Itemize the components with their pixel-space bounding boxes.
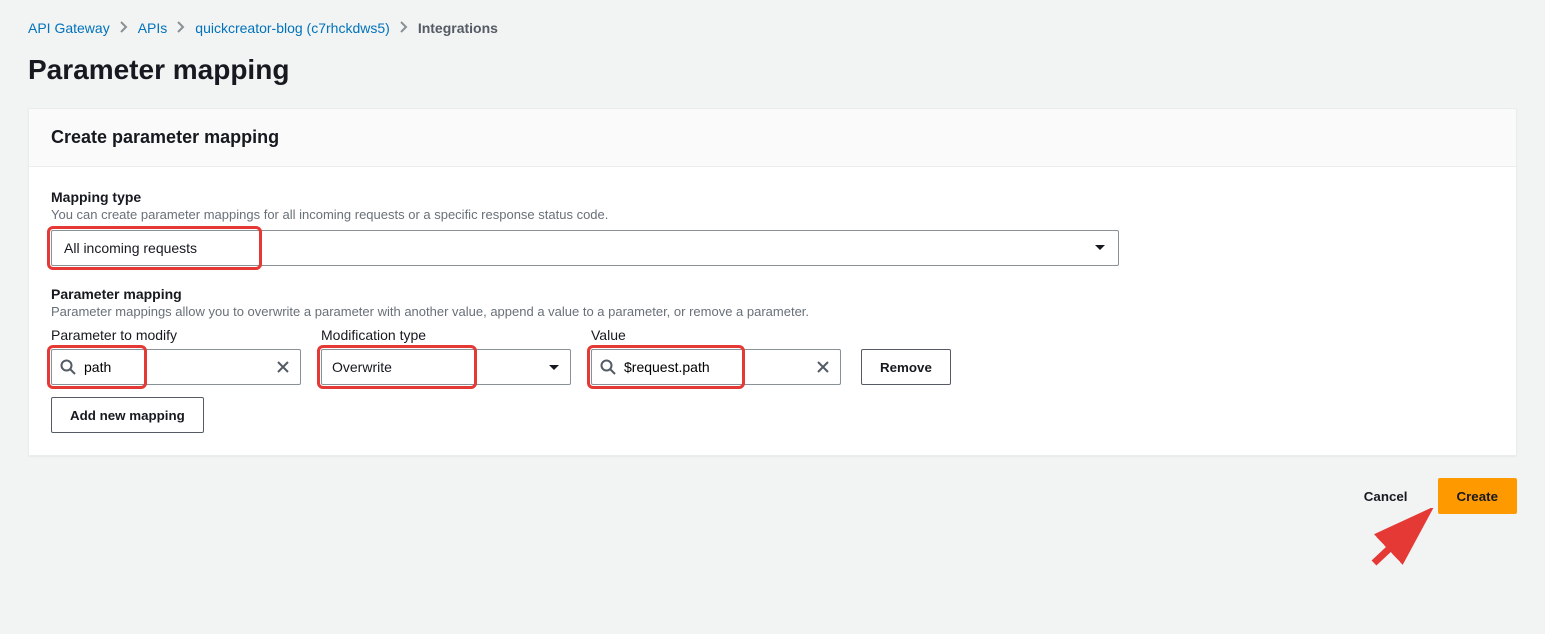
modification-type-value: Overwrite [332, 359, 392, 375]
cancel-button[interactable]: Cancel [1346, 478, 1426, 514]
parameter-mapping-label: Parameter mapping [51, 286, 1494, 302]
caret-down-icon [1094, 244, 1106, 252]
breadcrumb-link-resource[interactable]: quickcreator-blog (c7rhckdws5) [195, 20, 390, 36]
col-label-value: Value [591, 327, 841, 343]
col-label-parameter: Parameter to modify [51, 327, 301, 343]
create-parameter-mapping-panel: Create parameter mapping Mapping type Yo… [28, 108, 1517, 456]
parameter-to-modify-input-wrap[interactable] [51, 349, 301, 385]
breadcrumb-link-apis[interactable]: APIs [138, 20, 168, 36]
value-input-wrap[interactable] [591, 349, 841, 385]
mapping-type-description: You can create parameter mappings for al… [51, 207, 1494, 222]
chevron-right-icon [120, 20, 128, 36]
panel-header: Create parameter mapping [29, 109, 1516, 167]
mapping-type-value: All incoming requests [64, 240, 197, 256]
col-label-modification: Modification type [321, 327, 571, 343]
arrow-annotation-icon [1369, 508, 1439, 571]
modification-type-select[interactable]: Overwrite [321, 349, 571, 385]
value-input[interactable] [622, 358, 808, 376]
mapping-type-select[interactable]: All incoming requests [51, 230, 1119, 266]
parameter-mapping-description: Parameter mappings allow you to overwrit… [51, 304, 1494, 319]
search-icon [60, 359, 76, 375]
clear-value-button[interactable] [814, 358, 832, 376]
chevron-right-icon [400, 20, 408, 36]
mapping-type-field: Mapping type You can create parameter ma… [51, 189, 1494, 266]
remove-mapping-button[interactable]: Remove [861, 349, 951, 385]
clear-parameter-button[interactable] [274, 358, 292, 376]
breadcrumb-current: Integrations [418, 20, 498, 36]
create-button[interactable]: Create [1438, 478, 1518, 514]
form-actions: Cancel Create [28, 478, 1517, 514]
breadcrumb: API Gateway APIs quickcreator-blog (c7rh… [28, 20, 1517, 36]
close-icon [816, 360, 830, 374]
chevron-right-icon [177, 20, 185, 36]
mapping-row: Parameter to modify [51, 327, 1494, 385]
parameter-to-modify-input[interactable] [82, 358, 268, 376]
close-icon [276, 360, 290, 374]
caret-down-icon [548, 359, 560, 375]
add-new-mapping-button[interactable]: Add new mapping [51, 397, 204, 433]
page-title: Parameter mapping [28, 54, 1517, 86]
breadcrumb-link-api-gateway[interactable]: API Gateway [28, 20, 110, 36]
mapping-type-label: Mapping type [51, 189, 1494, 205]
search-icon [600, 359, 616, 375]
parameter-mapping-field: Parameter mapping Parameter mappings all… [51, 286, 1494, 385]
